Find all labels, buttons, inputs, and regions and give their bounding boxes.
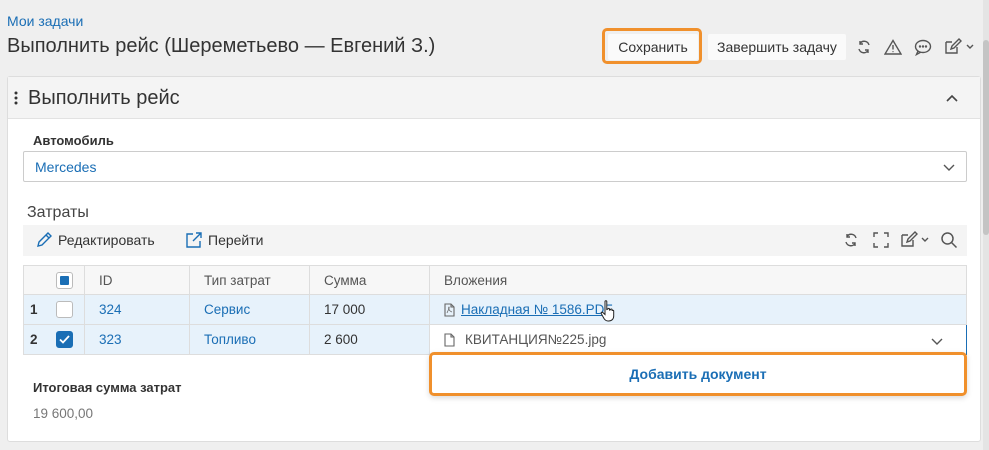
row-type-link[interactable]: Сервис	[204, 302, 250, 317]
checkmark-icon	[58, 335, 70, 344]
refresh-icon[interactable]	[841, 230, 861, 250]
edit-menu-icon[interactable]	[899, 230, 933, 250]
pdf-file-icon	[444, 302, 455, 317]
vehicle-select[interactable]: Mercedes	[23, 151, 967, 182]
select-all-checkbox[interactable]	[55, 271, 73, 289]
chevron-down-icon	[943, 164, 955, 171]
panel-title: Выполнить рейс	[28, 87, 180, 109]
fullscreen-icon[interactable]	[871, 230, 891, 250]
chevron-down-icon	[931, 338, 943, 345]
panel-header: Выполнить рейс	[8, 77, 980, 119]
edit-menu-icon[interactable]	[942, 36, 978, 58]
goto-button[interactable]: Перейти	[185, 231, 263, 249]
row-number-header	[23, 265, 44, 295]
page-title: Выполнить рейс (Шереметьево — Евгений З.…	[7, 35, 436, 57]
column-header-attachments[interactable]: Вложения	[429, 265, 967, 295]
column-header-type[interactable]: Тип затрат	[189, 265, 310, 295]
vehicle-value: Mercedes	[35, 159, 97, 175]
table-header-row: ID Тип затрат Сумма Вложения	[23, 265, 967, 295]
row-id-link[interactable]: 323	[99, 332, 122, 347]
pencil-icon	[37, 232, 52, 247]
table-row[interactable]: 2 323 Топливо 2 600 КВИТАНЦИЯ№225.jpg	[23, 324, 967, 355]
search-icon[interactable]	[939, 230, 959, 250]
row-checkbox[interactable]	[55, 301, 73, 318]
total-value: 19 600,00	[33, 406, 94, 421]
expenses-title: Затраты	[27, 204, 89, 221]
hand-cursor-icon	[600, 300, 615, 322]
file-icon	[444, 332, 455, 347]
vehicle-label: Автомобиль	[33, 133, 114, 148]
goto-label: Перейти	[208, 232, 264, 248]
attachment-dropdown[interactable]: КВИТАНЦИЯ№225.jpg	[429, 324, 967, 355]
chevron-up-icon[interactable]	[941, 87, 963, 109]
attachment-link[interactable]: Накладная № 1586.PDF	[461, 302, 613, 317]
edit-label: Редактировать	[58, 231, 155, 248]
row-sum: 2 600	[309, 324, 430, 355]
expenses-toolbar: Редактировать Перейти	[23, 225, 967, 256]
attachment-name: КВИТАНЦИЯ№225.jpg	[465, 332, 607, 347]
comment-icon[interactable]	[912, 36, 934, 58]
row-number: 2	[23, 324, 44, 355]
column-header-sum[interactable]: Сумма	[309, 265, 430, 295]
select-all-header	[43, 265, 85, 295]
total-label: Итоговая сумма затрат	[33, 380, 182, 395]
column-header-id[interactable]: ID	[84, 265, 190, 295]
row-sum: 17 000	[309, 294, 430, 325]
edit-button[interactable]: Редактировать	[36, 231, 155, 248]
finish-task-button[interactable]: Завершить задачу	[708, 34, 846, 60]
row-number: 1	[23, 294, 44, 325]
row-checkbox[interactable]	[55, 331, 73, 348]
save-button[interactable]: Сохранить	[608, 34, 698, 60]
breadcrumb-my-tasks[interactable]: Мои задачи	[7, 13, 83, 29]
row-type-link[interactable]: Топливо	[204, 332, 256, 347]
add-document-button[interactable]: Добавить документ	[429, 352, 967, 396]
refresh-icon[interactable]	[853, 36, 875, 58]
expenses-table: ID Тип затрат Сумма Вложения 1 324 Серви…	[23, 265, 967, 355]
row-id-link[interactable]: 324	[99, 302, 122, 317]
table-row[interactable]: 1 324 Сервис 17 000 Накладная № 1586.PDF	[23, 294, 967, 325]
scrollbar-thumb[interactable]	[983, 40, 989, 235]
drag-handle-icon[interactable]	[14, 90, 18, 106]
external-link-icon	[186, 232, 202, 248]
warning-icon[interactable]	[882, 36, 904, 58]
